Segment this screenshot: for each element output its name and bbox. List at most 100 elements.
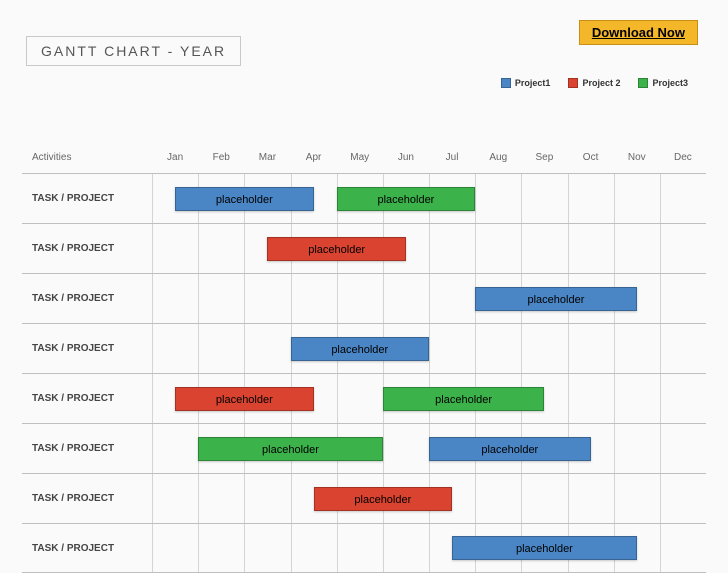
legend-item: Project1 [501, 78, 551, 88]
month-header: Sep [521, 146, 567, 173]
grid-cell [568, 224, 614, 273]
grid-cell [383, 424, 429, 473]
grid-cell [521, 224, 567, 273]
activities-label: Activities [22, 146, 152, 173]
task-row: TASK / PROJECT placeholder [22, 323, 706, 373]
timeline-cells: placeholder placeholder [152, 424, 706, 473]
month-header: Feb [198, 146, 244, 173]
grid-cell [568, 474, 614, 523]
grid-cell [614, 374, 660, 423]
gantt-bar[interactable]: placeholder [198, 437, 383, 461]
grid-cell [568, 174, 614, 223]
grid-cell [198, 224, 244, 273]
task-label: TASK / PROJECT [22, 474, 152, 523]
legend: Project1 Project 2 Project3 [501, 78, 688, 88]
grid-cell [152, 474, 198, 523]
timeline-cells: placeholder [152, 474, 706, 523]
task-label: TASK / PROJECT [22, 274, 152, 323]
grid-cell [198, 474, 244, 523]
grid-cell [429, 224, 475, 273]
grid-cell [660, 474, 706, 523]
grid-cell [614, 174, 660, 223]
month-header: Mar [244, 146, 290, 173]
task-row: TASK / PROJECT placeholder [22, 473, 706, 523]
legend-item: Project3 [638, 78, 688, 88]
month-header: Apr [291, 146, 337, 173]
grid-cell [337, 524, 383, 572]
gantt-bar[interactable]: placeholder [475, 287, 637, 311]
grid-cell [244, 524, 290, 572]
grid-cell [198, 324, 244, 373]
gantt-bar[interactable]: placeholder [291, 337, 430, 361]
legend-label: Project1 [515, 78, 551, 88]
grid-cell [291, 274, 337, 323]
grid-cell [244, 324, 290, 373]
timeline-header: Activities JanFebMarAprMayJunJulAugSepOc… [22, 146, 706, 173]
grid-cell [614, 424, 660, 473]
grid-cell [337, 274, 383, 323]
gantt-bar[interactable]: placeholder [383, 387, 545, 411]
grid-cell [660, 374, 706, 423]
task-label: TASK / PROJECT [22, 224, 152, 273]
grid-cell [152, 274, 198, 323]
legend-swatch [568, 78, 578, 88]
grid-cell [383, 274, 429, 323]
grid-cell [475, 324, 521, 373]
legend-swatch [501, 78, 511, 88]
month-header: May [337, 146, 383, 173]
grid-cell [429, 274, 475, 323]
grid-cell [568, 324, 614, 373]
grid-cell [475, 224, 521, 273]
legend-label: Project 2 [582, 78, 620, 88]
month-header: Jan [152, 146, 198, 173]
gantt-bar[interactable]: placeholder [452, 536, 637, 560]
timeline-cells: placeholder placeholder [152, 374, 706, 423]
gantt-bar[interactable]: placeholder [175, 187, 314, 211]
gantt-bar[interactable]: placeholder [429, 437, 591, 461]
month-header: Oct [568, 146, 614, 173]
task-label: TASK / PROJECT [22, 374, 152, 423]
download-button[interactable]: Download Now [579, 20, 698, 45]
month-header: Jun [383, 146, 429, 173]
grid-cell [521, 174, 567, 223]
legend-swatch [638, 78, 648, 88]
month-header: Aug [475, 146, 521, 173]
month-header: Dec [660, 146, 706, 173]
grid-cell [660, 524, 706, 572]
grid-cell [568, 374, 614, 423]
grid-cell [660, 424, 706, 473]
grid-cell [383, 524, 429, 572]
legend-item: Project 2 [568, 78, 620, 88]
grid-cell [291, 524, 337, 572]
task-row: TASK / PROJECT placeholder placeholder [22, 173, 706, 223]
grid-cell [198, 524, 244, 572]
grid-cell [521, 474, 567, 523]
task-label: TASK / PROJECT [22, 174, 152, 223]
grid-cell [475, 474, 521, 523]
grid-cell [244, 274, 290, 323]
month-header: Jul [429, 146, 475, 173]
gantt-bar[interactable]: placeholder [337, 187, 476, 211]
timeline-cells: placeholder [152, 524, 706, 572]
month-header: Nov [614, 146, 660, 173]
task-label: TASK / PROJECT [22, 324, 152, 373]
grid-cell [244, 474, 290, 523]
legend-label: Project3 [652, 78, 688, 88]
task-row: TASK / PROJECTplaceholderplaceholder [22, 423, 706, 473]
grid-cell [614, 324, 660, 373]
grid-cell [475, 174, 521, 223]
grid-cell [152, 224, 198, 273]
grid-cell [614, 474, 660, 523]
gantt-bar[interactable]: placeholder [175, 387, 314, 411]
grid-cell [614, 224, 660, 273]
task-row: TASK / PROJECT placeholder placeholder [22, 373, 706, 423]
grid-cell [152, 524, 198, 572]
gantt-bar[interactable]: placeholder [314, 487, 453, 511]
grid-cell [660, 224, 706, 273]
grid-cell [660, 324, 706, 373]
gantt-bar[interactable]: placeholder [267, 237, 406, 261]
grid-cell [521, 324, 567, 373]
grid-cell [660, 274, 706, 323]
timeline-cells: placeholder [152, 324, 706, 373]
grid-cell [198, 274, 244, 323]
